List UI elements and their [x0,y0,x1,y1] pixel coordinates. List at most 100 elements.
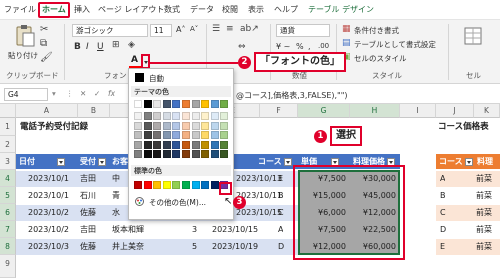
cell-course[interactable]: D [278,239,284,254]
orientation-icon[interactable]: ab↗ [240,24,259,34]
theme-shade-swatch[interactable] [210,140,219,149]
automatic-option[interactable]: 自動 [149,73,164,84]
theme-color-swatch[interactable] [201,100,210,108]
theme-shade-swatch[interactable] [191,140,200,149]
row-header-6[interactable]: 6 [0,204,16,221]
paste-label[interactable]: 貼り付け [8,50,38,61]
theme-shade-swatch[interactable] [201,121,210,130]
cell-customer[interactable]: 青 [112,188,120,203]
theme-shade-swatch[interactable] [153,150,162,158]
theme-shade-swatch[interactable] [162,150,171,158]
name-box[interactable]: G4 [4,88,48,101]
row-header-7[interactable]: 7 [0,221,16,238]
standard-color-swatch[interactable] [201,181,210,189]
more-colors-option[interactable]: その他の色(M)... [149,197,206,208]
cell-date2[interactable]: 2023/10/15 [212,222,258,237]
bold-button[interactable]: B [74,42,81,52]
theme-shade-swatch[interactable] [201,140,210,149]
theme-shade-swatch[interactable] [162,131,171,139]
format-painter-icon[interactable]: 🖌 [40,52,53,63]
cell-course[interactable]: B [278,188,284,203]
column-header-b[interactable]: B [78,104,110,118]
italic-button[interactable]: I [86,42,89,52]
cell-customer[interactable]: 坂本和輝 [112,222,144,237]
tab-insert[interactable]: 挿入 [74,3,90,17]
cell-course[interactable]: A [278,222,283,237]
theme-shade-swatch[interactable] [172,131,181,139]
cell-unit-price[interactable]: ¥12,000 [298,239,346,254]
accounting-icon[interactable]: ¥ ~ [276,42,290,51]
cell-dish-price[interactable]: ¥60,000 [350,239,396,254]
row-header-3[interactable]: 3 [0,153,16,170]
font-size-select[interactable]: 11 [150,24,172,37]
column-header-a[interactable]: A [16,104,78,118]
standard-color-swatch[interactable] [182,181,190,189]
cell-date[interactable]: 2023/10/2 [28,205,69,220]
theme-shade-swatch[interactable] [210,131,219,139]
select-all-corner[interactable] [0,104,16,118]
theme-shade-swatch[interactable] [134,112,142,120]
row-header-8[interactable]: 8 [0,238,16,255]
font-color-button[interactable]: A [129,55,141,69]
cell-unit-price[interactable]: ¥15,000 [298,188,346,203]
fill-color-icon[interactable]: ◈ [128,40,135,50]
tab-help[interactable]: ヘルプ [274,3,298,17]
borders-icon[interactable]: ⊞ [112,40,120,50]
format-as-table-icon[interactable]: ▤ [342,38,351,48]
tab-home[interactable]: ホーム [38,2,70,18]
column-header-j[interactable]: J [436,104,474,118]
theme-shade-swatch[interactable] [220,131,229,139]
cell-course[interactable]: E [278,171,283,186]
header-customer[interactable]: お客 [110,154,130,169]
theme-color-swatch[interactable] [182,100,190,108]
theme-shade-swatch[interactable] [172,150,181,158]
price-cell-course[interactable]: E [440,239,445,254]
cell-dish-price[interactable]: ¥30,000 [350,171,396,186]
cell-date[interactable]: 2023/10/2 [28,222,69,237]
theme-shade-swatch[interactable] [172,140,181,149]
theme-shade-swatch[interactable] [172,112,181,120]
cell-customer[interactable]: 水 [112,205,120,220]
price-header-dish[interactable]: 料理 [474,154,500,169]
theme-color-swatch[interactable] [162,100,171,108]
theme-shade-swatch[interactable] [210,150,219,158]
cell-unit-price[interactable]: ¥7,500 [298,171,346,186]
align-middle-icon[interactable]: ≡ [226,24,234,34]
theme-shade-swatch[interactable] [201,131,210,139]
comma-button[interactable]: , [308,42,311,51]
cell-date[interactable]: 2023/10/1 [28,188,69,203]
theme-shade-swatch[interactable] [182,121,190,130]
theme-shade-swatch[interactable] [134,131,142,139]
theme-shade-swatch[interactable] [143,121,152,130]
standard-color-swatch[interactable] [134,181,142,189]
format-as-table-button[interactable]: テーブルとして書式設定 [354,39,436,50]
theme-shade-swatch[interactable] [220,140,229,149]
standard-color-swatch[interactable] [143,181,152,189]
cancel-icon[interactable]: ✕ [80,89,86,98]
cell-people[interactable]: 3 [192,222,197,237]
cells-icon[interactable] [464,26,482,46]
column-header-f[interactable]: F [260,104,298,118]
font-color-dropdown-arrow[interactable] [141,54,150,69]
theme-shade-swatch[interactable] [143,150,152,158]
row-header-9[interactable]: 9 [0,255,16,278]
cell-dish-price[interactable]: ¥22,500 [350,222,396,237]
tab-view[interactable]: 表示 [248,3,264,17]
filter-dropdown-icon[interactable] [464,157,473,166]
theme-color-swatch[interactable] [220,100,229,108]
tab-formulas[interactable]: 数式 [164,3,180,17]
theme-shade-swatch[interactable] [153,140,162,149]
price-cell-label[interactable]: 前菜 [476,171,492,186]
font-name-select[interactable]: 游ゴシック [72,24,148,37]
theme-shade-swatch[interactable] [182,140,190,149]
tab-data[interactable]: データ [190,3,214,17]
tab-table-design[interactable]: テーブル デザイン [308,3,374,17]
theme-shade-swatch[interactable] [210,121,219,130]
conditional-format-icon[interactable]: ▦ [342,24,351,34]
cell-staff[interactable]: 佐藤 [80,239,96,254]
cell-customer[interactable]: 中 [112,171,120,186]
theme-color-swatch[interactable] [191,100,200,108]
theme-color-swatch[interactable] [210,100,219,108]
automatic-swatch[interactable] [135,73,144,82]
cell-date2[interactable]: 2023/10/13 [236,171,282,186]
